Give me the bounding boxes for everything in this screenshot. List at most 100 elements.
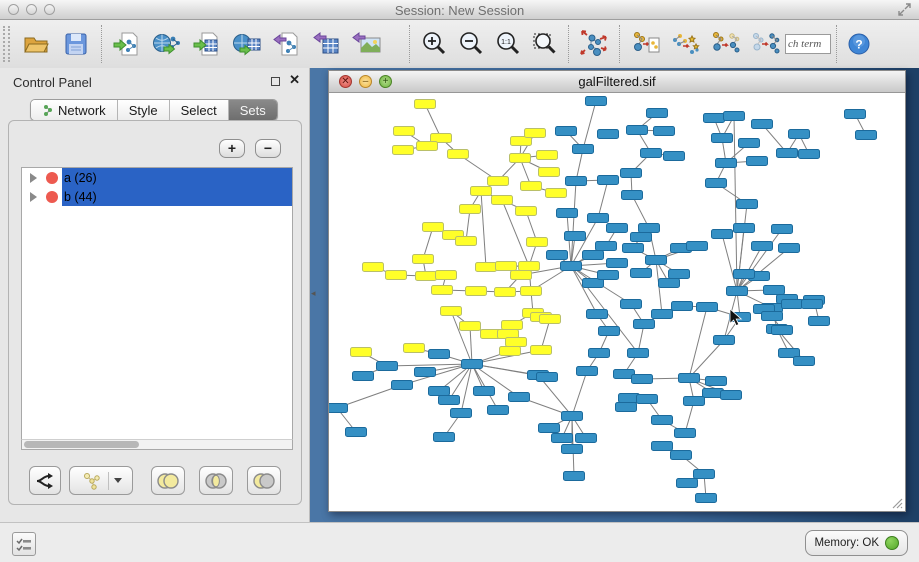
graph-node[interactable] bbox=[353, 372, 374, 381]
tab-select[interactable]: Select bbox=[170, 100, 229, 120]
graph-node[interactable] bbox=[519, 262, 540, 271]
graph-node[interactable] bbox=[451, 409, 472, 418]
graph-node[interactable] bbox=[416, 272, 437, 281]
graph-node[interactable] bbox=[845, 110, 866, 119]
graph-node[interactable] bbox=[413, 255, 434, 264]
graph-node[interactable] bbox=[734, 224, 755, 233]
graph-node[interactable] bbox=[565, 232, 586, 241]
remove-set-button[interactable]: − bbox=[255, 139, 281, 158]
graph-node[interactable] bbox=[511, 271, 532, 280]
graph-node[interactable] bbox=[562, 445, 583, 454]
save-session-button[interactable] bbox=[56, 23, 96, 65]
graph-node[interactable] bbox=[652, 442, 673, 451]
graph-node[interactable] bbox=[627, 126, 648, 135]
graph-node[interactable] bbox=[566, 177, 587, 186]
graph-node[interactable] bbox=[794, 357, 815, 366]
graph-node[interactable] bbox=[637, 395, 658, 404]
horizontal-scrollbar[interactable] bbox=[21, 439, 293, 450]
graph-node[interactable] bbox=[577, 367, 598, 376]
graph-node[interactable] bbox=[647, 109, 668, 118]
graph-node[interactable] bbox=[573, 145, 594, 154]
graph-node[interactable] bbox=[506, 338, 527, 347]
graph-node[interactable] bbox=[521, 182, 542, 191]
graph-node[interactable] bbox=[488, 177, 509, 186]
expand-triangle-icon[interactable] bbox=[30, 173, 37, 183]
graph-node[interactable] bbox=[727, 287, 748, 296]
tab-sets[interactable]: Sets bbox=[229, 100, 277, 120]
graph-node[interactable] bbox=[752, 242, 773, 251]
graph-node[interactable] bbox=[734, 270, 755, 279]
graph-node[interactable] bbox=[677, 479, 698, 488]
graph-node[interactable] bbox=[460, 322, 481, 331]
graph-node[interactable] bbox=[671, 451, 692, 460]
tab-network[interactable]: Network bbox=[31, 100, 118, 120]
import-network-url-button[interactable] bbox=[147, 23, 187, 65]
graph-node[interactable] bbox=[576, 434, 597, 443]
graph-node[interactable] bbox=[802, 300, 823, 309]
network-frame-titlebar[interactable]: ✕ – + galFiltered.sif bbox=[329, 71, 905, 93]
graph-node[interactable] bbox=[561, 262, 582, 271]
graph-node[interactable] bbox=[631, 233, 652, 242]
set-row-a[interactable]: a (26) bbox=[22, 168, 292, 187]
import-table-file-button[interactable] bbox=[187, 23, 227, 65]
graph-node[interactable] bbox=[684, 397, 705, 406]
graph-node[interactable] bbox=[654, 127, 675, 136]
apply-layout-button[interactable] bbox=[574, 23, 614, 65]
graph-node[interactable] bbox=[557, 209, 578, 218]
new-network-from-selection-button[interactable] bbox=[625, 23, 665, 65]
graph-node[interactable] bbox=[527, 238, 548, 247]
graph-node[interactable] bbox=[777, 149, 798, 158]
graph-node[interactable] bbox=[714, 336, 735, 345]
graph-node[interactable] bbox=[537, 151, 558, 160]
zoom-actual-size-button[interactable]: 1:1 bbox=[489, 23, 526, 65]
graph-node[interactable] bbox=[404, 344, 425, 353]
graph-node[interactable] bbox=[641, 149, 662, 158]
graph-node[interactable] bbox=[476, 263, 497, 272]
graph-node[interactable] bbox=[393, 146, 414, 155]
graph-node[interactable] bbox=[547, 251, 568, 260]
graph-node[interactable] bbox=[386, 271, 407, 280]
graph-node[interactable] bbox=[415, 100, 436, 109]
graph-node[interactable] bbox=[466, 287, 487, 296]
graph-node[interactable] bbox=[392, 381, 413, 390]
network-canvas[interactable] bbox=[329, 93, 905, 511]
graph-node[interactable] bbox=[564, 472, 585, 481]
graph-node[interactable] bbox=[762, 312, 783, 321]
graph-node[interactable] bbox=[696, 494, 717, 503]
graph-node[interactable] bbox=[537, 373, 558, 382]
graph-node[interactable] bbox=[346, 428, 367, 437]
hide-unselected-button[interactable] bbox=[745, 23, 785, 65]
graph-node[interactable] bbox=[679, 374, 700, 383]
graph-node[interactable] bbox=[616, 403, 637, 412]
close-panel-icon[interactable]: ✕ bbox=[289, 73, 300, 86]
graph-node[interactable] bbox=[474, 387, 495, 396]
difference-sets-button[interactable] bbox=[247, 466, 281, 495]
graph-node[interactable] bbox=[598, 271, 619, 280]
export-network-button[interactable] bbox=[267, 23, 307, 65]
graph-node[interactable] bbox=[622, 191, 643, 200]
graph-node[interactable] bbox=[589, 349, 610, 358]
graph-node[interactable] bbox=[423, 223, 444, 232]
float-panel-icon[interactable] bbox=[271, 77, 280, 86]
graph-node[interactable] bbox=[583, 251, 604, 260]
search-input[interactable]: ch term bbox=[785, 34, 831, 54]
export-image-button[interactable] bbox=[347, 23, 387, 65]
graph-node[interactable] bbox=[377, 362, 398, 371]
graph-node[interactable] bbox=[429, 387, 450, 396]
graph-node[interactable] bbox=[587, 310, 608, 319]
graph-node[interactable] bbox=[772, 225, 793, 234]
graph-node[interactable] bbox=[672, 302, 693, 311]
expand-triangle-icon[interactable] bbox=[30, 192, 37, 202]
graph-node[interactable] bbox=[659, 279, 680, 288]
graph-node[interactable] bbox=[646, 256, 667, 265]
dropdown-caret-icon[interactable] bbox=[114, 478, 122, 483]
export-table-button[interactable] bbox=[307, 23, 347, 65]
graph-node[interactable] bbox=[462, 360, 483, 369]
graph-node[interactable] bbox=[525, 129, 546, 138]
graph-node[interactable] bbox=[436, 271, 457, 280]
graph-node[interactable] bbox=[623, 244, 644, 253]
zoom-out-button[interactable] bbox=[452, 23, 489, 65]
graph-node[interactable] bbox=[716, 159, 737, 168]
task-history-button[interactable] bbox=[12, 532, 36, 556]
graph-node[interactable] bbox=[394, 127, 415, 136]
